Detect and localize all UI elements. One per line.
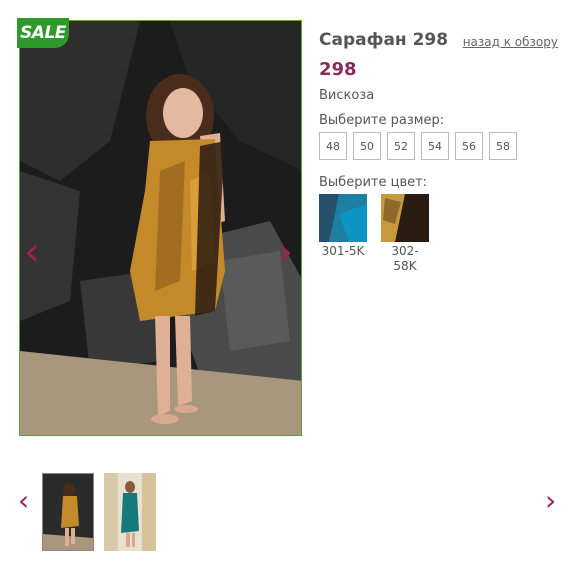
color-swatch-teal xyxy=(319,194,367,242)
photo-next-arrow[interactable]: › xyxy=(277,232,293,272)
thumbs-next-arrow[interactable]: › xyxy=(545,487,556,515)
size-selector: 48 50 52 54 56 58 xyxy=(319,132,564,160)
main-product-photo[interactable] xyxy=(19,20,302,436)
product-photo-image xyxy=(20,21,301,435)
size-label: Выберите размер: xyxy=(319,113,445,128)
color-selector: 301-5K 302-58K xyxy=(319,194,564,274)
chevron-right-icon: › xyxy=(545,484,557,517)
chevron-left-icon: ‹ xyxy=(18,484,30,517)
product-price: 298 xyxy=(319,59,357,80)
color-swatch-mustard xyxy=(381,194,429,242)
size-option[interactable]: 50 xyxy=(353,132,381,160)
thumbs-prev-arrow[interactable]: ‹ xyxy=(18,487,29,515)
sale-badge: SALE xyxy=(17,18,69,48)
color-option[interactable]: 301-5K xyxy=(319,194,367,274)
size-option[interactable]: 48 xyxy=(319,132,347,160)
color-option[interactable]: 302-58K xyxy=(381,194,429,274)
color-code: 301-5K xyxy=(321,244,365,258)
back-to-overview-link[interactable]: назад к обзору xyxy=(463,35,558,49)
product-info: Сарафан 298 назад к обзору 298 Вискоза В… xyxy=(319,30,564,274)
product-material: Вискоза xyxy=(319,88,375,103)
thumbnail-2[interactable] xyxy=(104,473,156,551)
chevron-left-icon: ‹ xyxy=(24,229,40,275)
size-option[interactable]: 58 xyxy=(489,132,517,160)
photo-prev-arrow[interactable]: ‹ xyxy=(24,232,40,272)
color-code: 302-58K xyxy=(391,244,419,273)
size-option[interactable]: 52 xyxy=(387,132,415,160)
thumbnail-image xyxy=(104,473,156,551)
thumbnail-image xyxy=(43,474,93,550)
thumbnail-1[interactable] xyxy=(42,473,94,551)
chevron-right-icon: › xyxy=(277,229,293,275)
size-option[interactable]: 56 xyxy=(455,132,483,160)
size-option[interactable]: 54 xyxy=(421,132,449,160)
color-label: Выберите цвет: xyxy=(319,175,428,190)
